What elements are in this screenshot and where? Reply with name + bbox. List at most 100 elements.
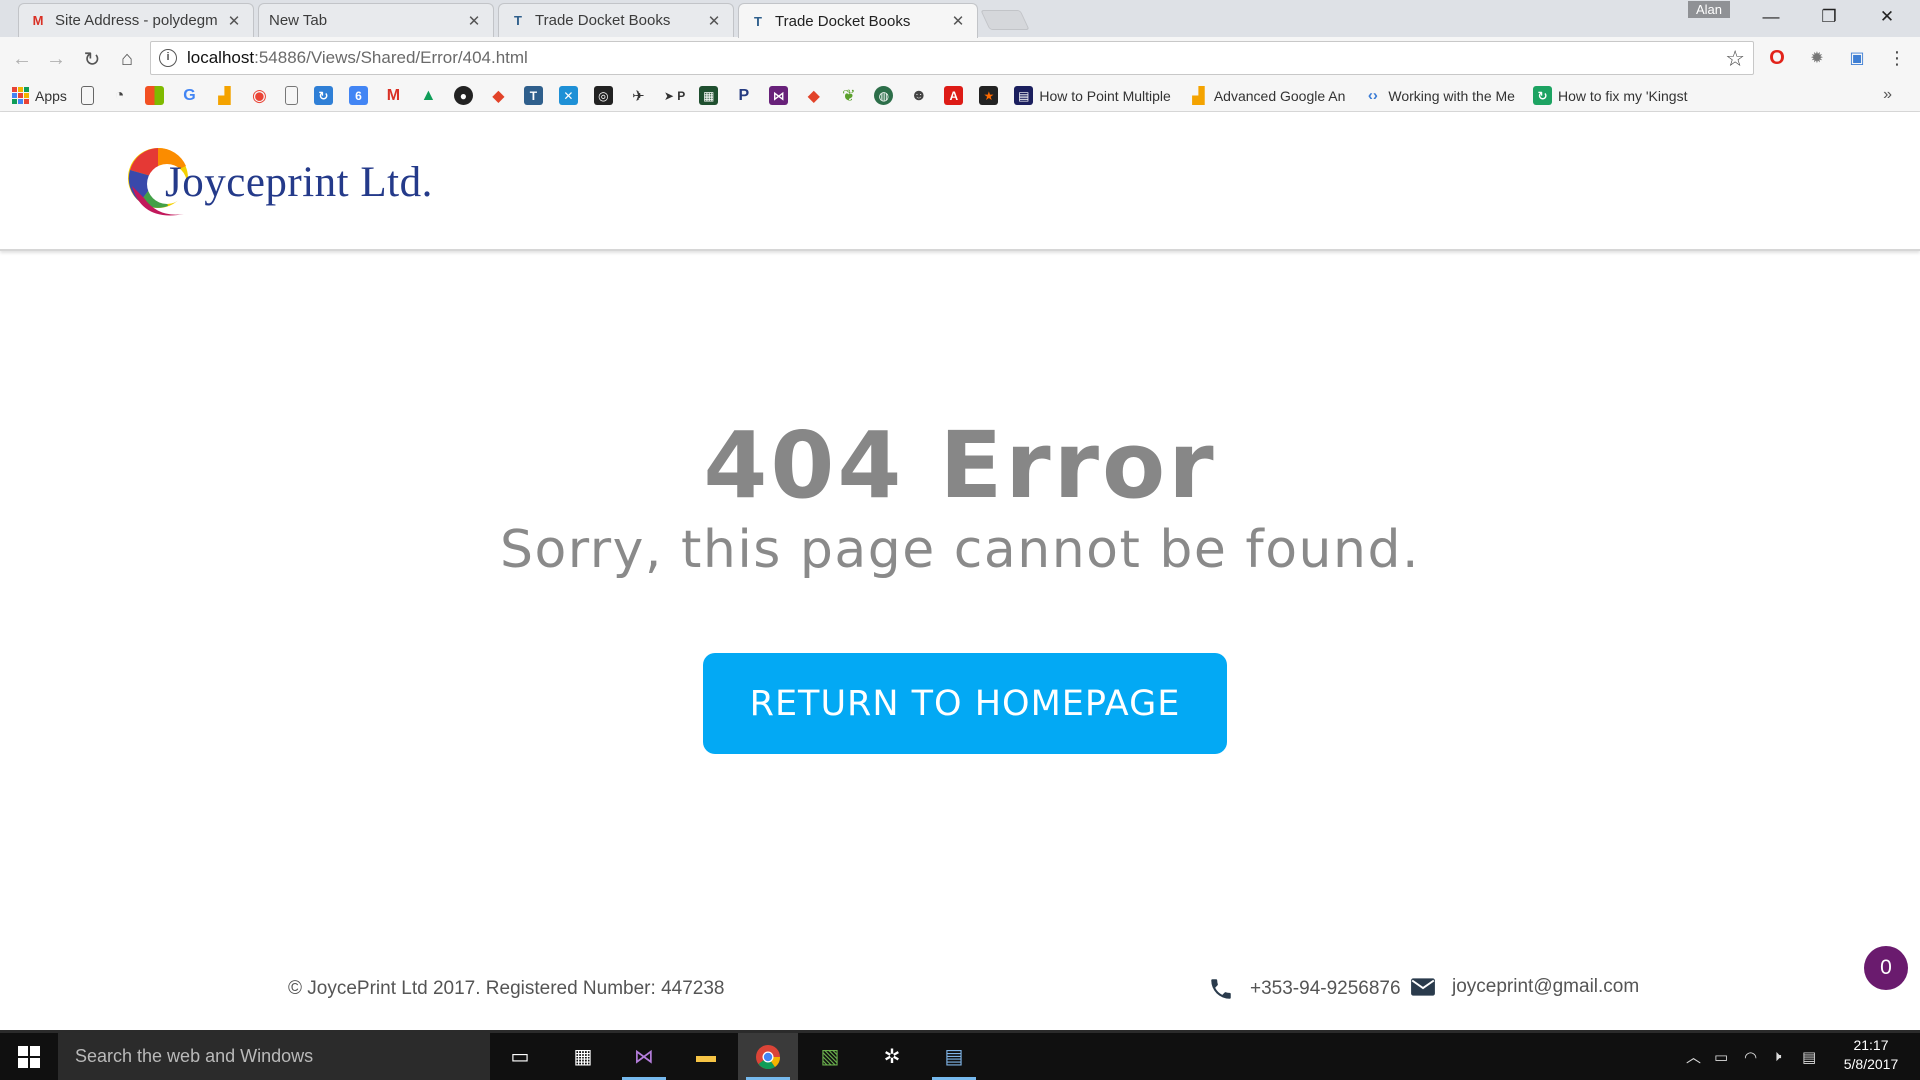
refresh-app-icon[interactable]: ↻ [313, 86, 333, 105]
taskbar-search-input[interactable]: Search the web and Windows [58, 1033, 490, 1080]
notifications-icon[interactable]: ▤ [1802, 1033, 1816, 1080]
visual-studio-taskbar-icon[interactable]: ⋈ [614, 1033, 674, 1080]
close-icon[interactable]: ✕ [949, 12, 967, 30]
google-icon[interactable]: G [180, 86, 199, 105]
chrome-taskbar-icon[interactable] [738, 1033, 798, 1080]
tab-new-tab[interactable]: New Tab ✕ [258, 3, 494, 37]
profile-button[interactable]: Alan [1688, 1, 1731, 18]
tab-title: Trade Docket Books [535, 12, 671, 29]
microsoft-icon[interactable] [144, 86, 164, 105]
angular-icon[interactable]: A [944, 86, 964, 105]
extension-badge-icon[interactable]: ▣ [1846, 47, 1868, 69]
document-icon[interactable] [284, 86, 298, 105]
return-to-homepage-button[interactable]: RETURN TO HOMEPAGE [703, 653, 1227, 754]
gmail-icon: M [32, 13, 44, 28]
bookmarks-bar: Apps ◔ G ▟ ◉ ↻ 6 M ▲ ● ◆ T ✕ ◎ ✈ ➤ P ▦ P… [0, 80, 1920, 112]
restore-icon[interactable]: ❐ [1800, 0, 1858, 34]
remote-app-icon[interactable]: ▤ [924, 1033, 984, 1080]
phone-icon [1211, 979, 1231, 999]
tab-title: New Tab [269, 12, 328, 29]
apps-grid-icon [12, 87, 29, 104]
reload-icon[interactable]: ↻ [78, 45, 106, 73]
drive-icon[interactable]: ▲ [419, 86, 438, 105]
x-app-icon[interactable]: ✕ [558, 86, 578, 105]
windows-start-icon[interactable] [0, 1033, 58, 1080]
visual-studio-icon[interactable]: ⋈ [769, 86, 789, 105]
site-icon[interactable]: T [523, 86, 543, 105]
matrix-icon[interactable]: ▦ [699, 86, 719, 105]
plant-icon[interactable]: ❦ [839, 86, 858, 105]
settings-app-icon[interactable]: ✲ [862, 1033, 922, 1080]
footer-email[interactable]: joyceprint@gmail.com [1410, 976, 1639, 998]
phone-number: +353-94-9256876 [1250, 978, 1401, 999]
globe-icon[interactable]: ◍ [874, 86, 894, 105]
new-tab-button[interactable] [980, 10, 1030, 30]
tray-chevron-icon[interactable]: ︿ [1686, 1033, 1701, 1080]
wifi-icon[interactable]: ◠ [1744, 1033, 1757, 1080]
logo-text: Joyceprint Ltd. [165, 159, 433, 206]
analytics-icon: ▟ [1192, 87, 1205, 105]
task-view-icon[interactable]: ▭ [490, 1033, 550, 1080]
error-title: 404 Error [703, 412, 1217, 519]
chat-widget-button[interactable]: 0 [1864, 946, 1908, 990]
analytics-icon[interactable]: ▟ [215, 86, 234, 105]
clock-date: 5/8/2017 [1843, 1056, 1899, 1072]
bookmark-how-to-point[interactable]: ▤ How to Point Multiple [1014, 86, 1171, 105]
back-icon[interactable]: ← [8, 45, 36, 73]
plane-icon[interactable]: ✈ [629, 86, 648, 105]
close-window-icon[interactable]: ✕ [1858, 0, 1916, 34]
battery-icon[interactable]: ▭ [1714, 1033, 1728, 1080]
address-bar[interactable]: i localhost :54886/Views/Shared/Error/40… [150, 41, 1754, 75]
tab-title: Site Address - polydegm [55, 12, 218, 29]
chrome-icon[interactable]: ◉ [250, 86, 269, 105]
image-editor-icon[interactable]: ▧ [800, 1033, 860, 1080]
page-icon[interactable] [80, 86, 94, 105]
bookmark-how-to-fix[interactable]: ↻ How to fix my 'Kingst [1532, 86, 1688, 105]
browser-tab-bar: M Site Address - polydegm ✕ New Tab ✕ T … [0, 0, 1920, 38]
apps-shortcut[interactable]: Apps [12, 87, 67, 104]
steam-icon[interactable]: ◎ [593, 86, 613, 105]
paypal-icon[interactable]: P [734, 86, 753, 105]
error-message: Sorry, this page cannot be found. [499, 520, 1421, 580]
minimize-icon[interactable]: — [1742, 0, 1800, 34]
star-app-icon[interactable]: ★ [979, 86, 999, 105]
bookmark-label: How to fix my 'Kingst [1557, 87, 1688, 104]
bookmarks-overflow-icon[interactable]: » [1883, 86, 1892, 104]
close-icon[interactable]: ✕ [225, 12, 243, 30]
url-path: :54886/Views/Shared/Error/404.html [254, 48, 528, 67]
bookmark-label: Working with the Me [1388, 87, 1515, 104]
gmail-icon[interactable]: M [384, 86, 403, 105]
site-logo[interactable]: Joyceprint Ltd. [118, 140, 458, 230]
gitlab-icon[interactable]: ◆ [804, 86, 823, 105]
menu-icon[interactable]: ⋮ [1886, 47, 1908, 69]
github-icon[interactable]: ● [453, 86, 473, 105]
tab-trade-docket-active[interactable]: T Trade Docket Books ✕ [738, 3, 978, 38]
close-icon[interactable]: ✕ [465, 12, 483, 30]
bookmark-working-with[interactable]: ‹› Working with the Me [1363, 86, 1515, 105]
calculator-icon[interactable]: ▦ [553, 1033, 613, 1080]
tab-trade-docket-1[interactable]: T Trade Docket Books ✕ [498, 3, 734, 37]
forward-icon[interactable]: → [42, 45, 70, 73]
home-icon[interactable]: ⌂ [113, 45, 141, 73]
bookmark-star-icon[interactable]: ☆ [1725, 46, 1745, 72]
volume-muted-icon[interactable]: 🕨 [1772, 1033, 1781, 1080]
code-icon: ‹› [1367, 87, 1378, 104]
url-host: localhost [187, 48, 255, 67]
bug-icon[interactable]: ✹ [1806, 47, 1828, 69]
bookmark-advanced-google[interactable]: ▟ Advanced Google An [1189, 86, 1345, 105]
email-icon [1411, 978, 1435, 996]
file-explorer-icon[interactable]: ▬ [676, 1033, 736, 1080]
info-icon[interactable]: i [159, 49, 177, 67]
gitlab-icon[interactable]: ◆ [489, 86, 508, 105]
system-clock[interactable]: 21:17 5/8/2017 [1826, 1036, 1916, 1074]
p-shortcut-icon[interactable]: ➤ P [664, 86, 685, 105]
calendar-icon[interactable]: 6 [348, 86, 368, 105]
speedometer-icon[interactable]: ◔ [110, 86, 129, 105]
bookmark-label: How to Point Multiple [1039, 87, 1171, 104]
reddit-icon[interactable]: ☻ [909, 86, 928, 105]
tab-gmail[interactable]: M Site Address - polydegm ✕ [18, 3, 254, 37]
opera-icon[interactable]: O [1766, 47, 1788, 69]
footer-phone[interactable]: +353-94-9256876 [1208, 976, 1401, 1002]
windows-taskbar: Search the web and Windows ▭ ▦ ⋈ ▬ ▧ ✲ ▤… [0, 1030, 1920, 1080]
close-icon[interactable]: ✕ [705, 12, 723, 30]
